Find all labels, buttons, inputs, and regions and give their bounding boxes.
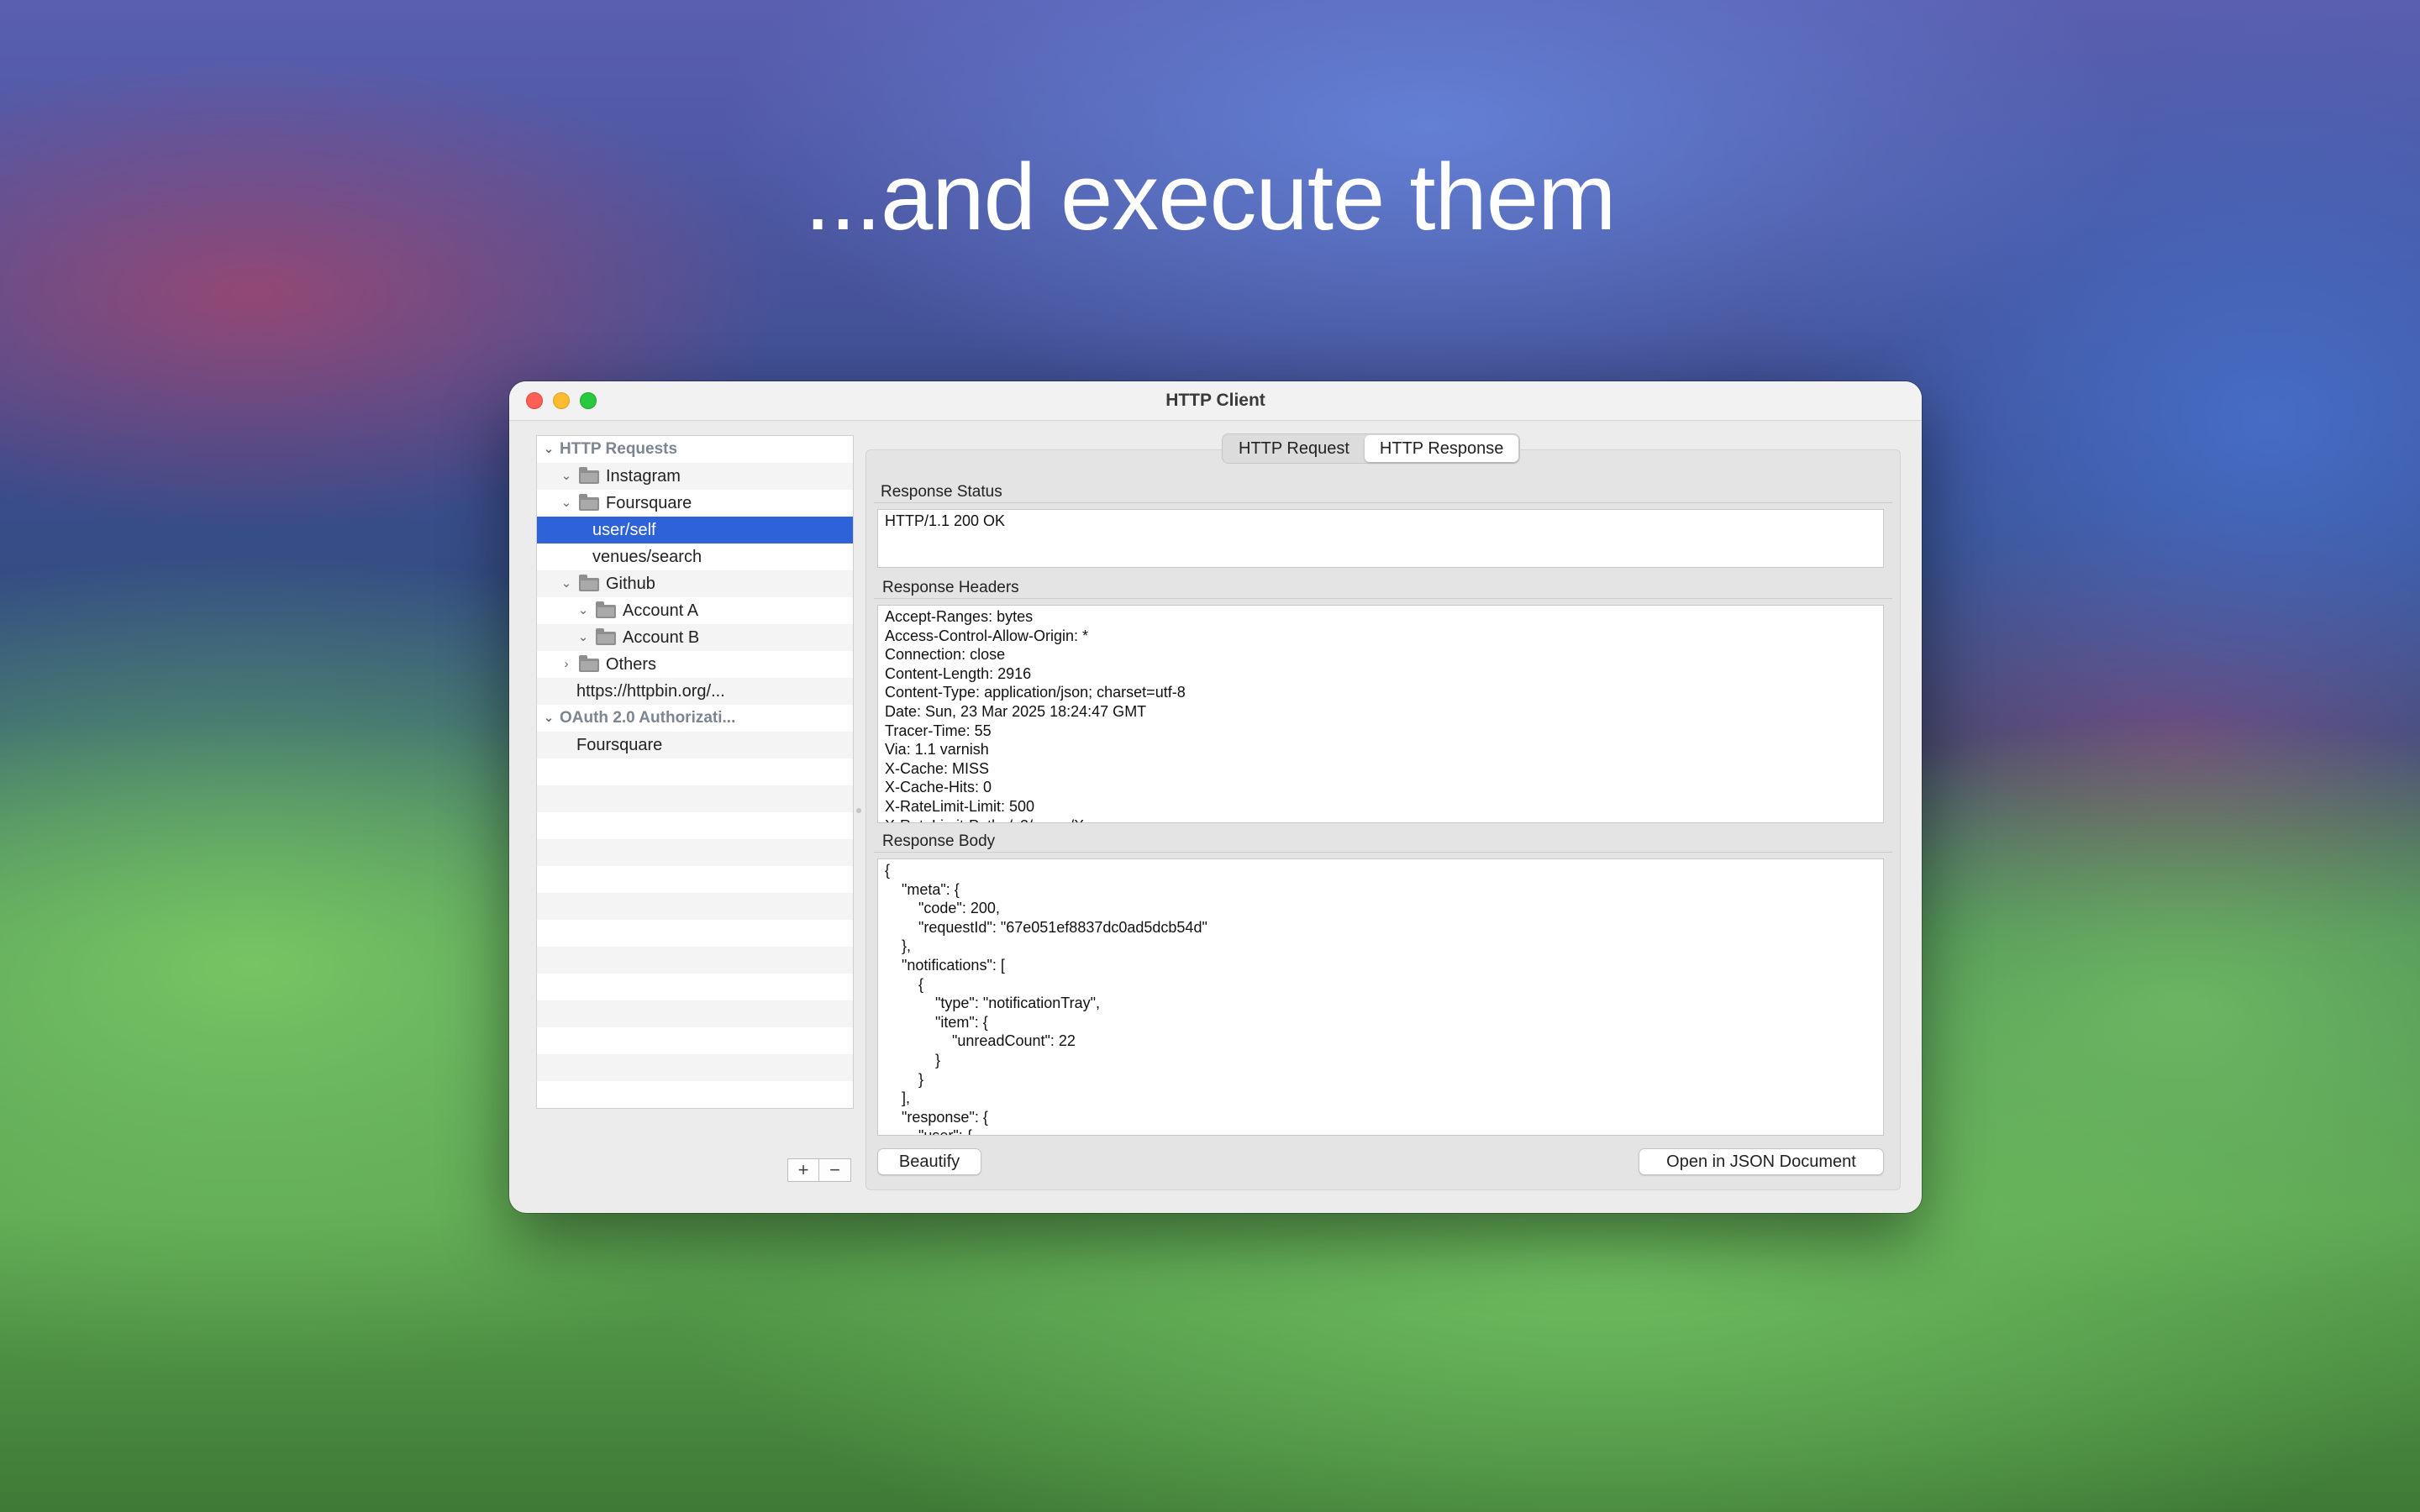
outline-oauth-foursquare[interactable]: Foursquare [537,732,853,759]
response-headers-field[interactable]: Accept-Ranges: bytes Access-Control-Allo… [877,605,1884,823]
tab-http-request[interactable]: HTTP Request [1223,435,1365,462]
zoom-button[interactable] [580,392,597,409]
response-body-field[interactable]: { "meta": { "code": 200, "requestId": "6… [877,858,1884,1136]
outline-folder-account-b[interactable]: ⌄ Account B [537,624,853,651]
split-view-divider[interactable] [856,808,861,813]
group-label: HTTP Requests [560,440,678,458]
response-status-label: Response Status [881,483,1002,501]
response-body-label: Response Body [882,832,996,850]
outline-folder-foursquare[interactable]: ⌄ Foursquare [537,490,853,517]
group-label: OAuth 2.0 Authorizati... [560,709,736,727]
add-remove-control: + − [787,1158,851,1182]
open-in-json-document-button[interactable]: Open in JSON Document [1639,1148,1884,1175]
request-outline-sidebar[interactable]: ⌄ HTTP Requests ⌄ Instagram ⌄ Foursquare… [536,435,854,1109]
chevron-right-icon[interactable]: › [558,651,575,678]
chevron-down-icon[interactable]: ⌄ [575,624,592,651]
section-divider [874,852,1892,853]
response-headers-label: Response Headers [882,579,1019,596]
remove-button[interactable]: − [819,1158,851,1182]
folder-label: Account B [623,628,700,647]
request-response-tabs: HTTP Request HTTP Response [1222,433,1521,464]
minimize-button[interactable] [553,392,570,409]
outline-group-http-requests[interactable]: ⌄ HTTP Requests [537,436,853,463]
folder-icon [579,494,599,511]
tab-http-response[interactable]: HTTP Response [1364,435,1519,462]
chevron-down-icon[interactable]: ⌄ [540,436,557,463]
folder-label: Instagram [606,467,681,486]
chevron-down-icon[interactable]: ⌄ [558,570,575,597]
chevron-down-icon[interactable]: ⌄ [558,463,575,490]
folder-icon [579,575,599,591]
outline-request-user-self[interactable]: user/self [537,517,853,543]
section-divider [874,502,1892,503]
outline-folder-others[interactable]: › Others [537,651,853,678]
outline-request-venues-search[interactable]: venues/search [537,543,853,570]
chevron-down-icon[interactable]: ⌄ [575,597,592,624]
folder-label: Foursquare [606,494,692,512]
title-bar[interactable]: HTTP Client [509,381,1922,421]
folder-icon [596,628,616,645]
outline-group-oauth[interactable]: ⌄ OAuth 2.0 Authorizati... [537,705,853,732]
oauth-label: Foursquare [576,736,663,754]
request-label: user/self [592,521,656,539]
request-label: venues/search [592,548,702,566]
close-button[interactable] [526,392,543,409]
outline-request-httpbin[interactable]: https://httpbin.org/... [537,678,853,705]
folder-label: Github [606,575,655,593]
folder-icon [579,655,599,672]
request-label: https://httpbin.org/... [576,682,725,701]
outline-folder-github[interactable]: ⌄ Github [537,570,853,597]
beautify-button[interactable]: Beautify [877,1148,981,1175]
headline: ...and execute them [804,144,1617,249]
response-status-field[interactable]: HTTP/1.1 200 OK [877,509,1884,568]
outline-folder-instagram[interactable]: ⌄ Instagram [537,463,853,490]
folder-label: Others [606,655,657,674]
chevron-down-icon[interactable]: ⌄ [558,490,575,517]
folder-icon [579,467,599,484]
section-divider [874,598,1892,599]
folder-icon [596,601,616,618]
add-button[interactable]: + [787,1158,819,1182]
outline-folder-account-a[interactable]: ⌄ Account A [537,597,853,624]
http-client-window: HTTP Client ⌄ HTTP Requests ⌄ Instagram … [509,381,1922,1213]
window-title: HTTP Client [1165,391,1265,410]
folder-label: Account A [623,601,699,620]
chevron-down-icon[interactable]: ⌄ [540,705,557,732]
